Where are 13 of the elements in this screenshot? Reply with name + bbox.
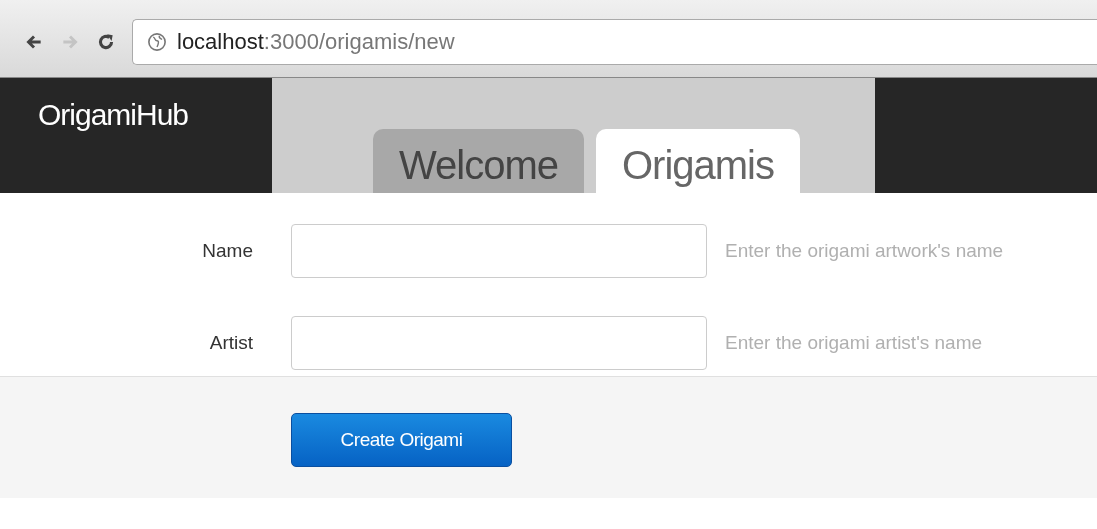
field-label: Artist <box>208 332 253 354</box>
create-button[interactable]: Create Origami <box>291 413 512 467</box>
brand-logo[interactable]: OrigamiHub <box>38 98 189 131</box>
field-label: Name <box>201 240 253 262</box>
nav-tab[interactable]: Origamis <box>596 129 800 193</box>
input-field[interactable] <box>291 316 707 370</box>
input-field[interactable] <box>291 224 707 278</box>
help-text: Enter the origami artist's name <box>725 332 983 354</box>
globe-icon <box>147 31 167 52</box>
help-text: Enter the origami artwork's name <box>725 240 1004 262</box>
address-field[interactable]: localhost:3000/origamis/new <box>132 18 1097 65</box>
nav-tab[interactable]: Welcome <box>373 129 584 193</box>
reload-icon[interactable] <box>96 31 116 52</box>
